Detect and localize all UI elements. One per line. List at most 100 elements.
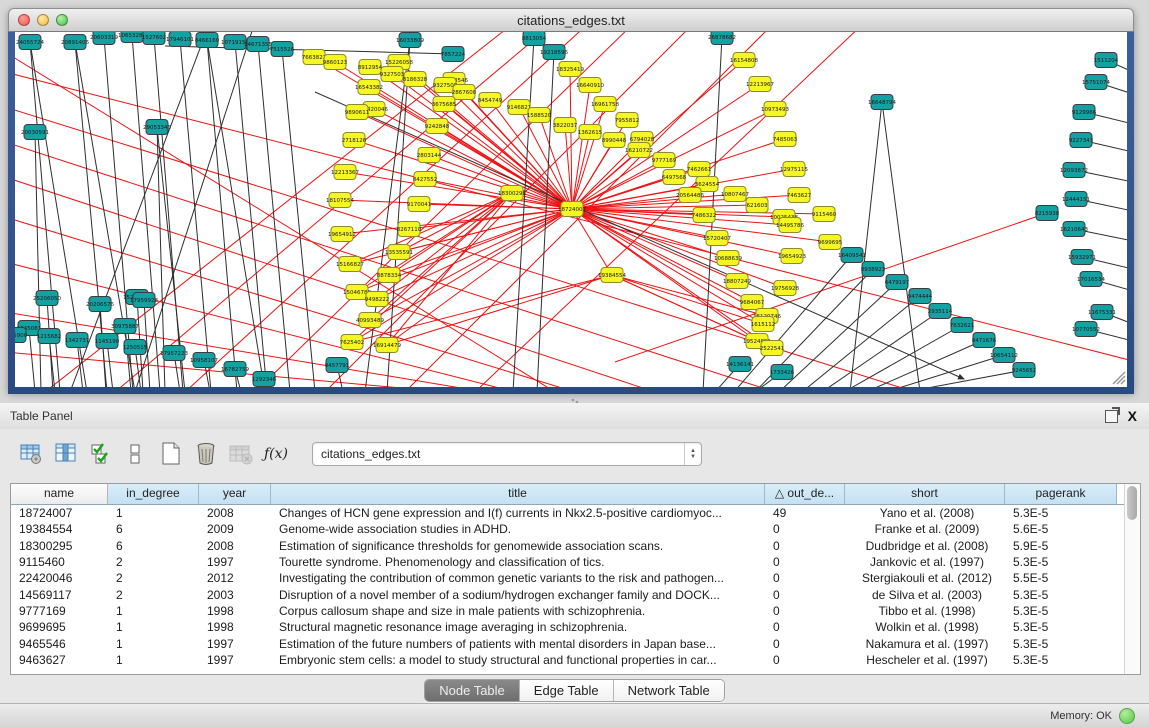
graph-node[interactable]: 20564486 — [676, 188, 704, 203]
graph-node[interactable]: 25206050 — [33, 291, 61, 306]
graph-node[interactable]: 7632621 — [950, 318, 975, 333]
graph-node[interactable]: 19218596 — [540, 45, 568, 60]
graph-node[interactable]: 14136141 — [726, 357, 754, 372]
table-row[interactable]: 2242004622012Investigating the contribut… — [11, 570, 1124, 586]
graph-edge[interactable] — [207, 40, 265, 387]
graph-node[interactable]: 20206576 — [86, 297, 114, 312]
graph-node[interactable]: 2935114 — [928, 304, 953, 319]
table-scrollbar-thumb[interactable] — [1127, 486, 1137, 520]
graph-node[interactable]: 9684067 — [740, 295, 765, 310]
graph-node[interactable]: 9498222 — [365, 292, 390, 307]
graph-edge[interactable] — [779, 282, 897, 387]
graph-edge[interactable] — [537, 52, 554, 387]
graph-node[interactable]: 2522541 — [760, 341, 785, 356]
graph-node[interactable]: 40993489 — [356, 313, 384, 328]
table-row[interactable]: 1872400712008Changes of HCN gene express… — [11, 505, 1124, 521]
graph-node[interactable]: 9115460 — [812, 207, 837, 222]
graph-node[interactable]: 10654112 — [990, 348, 1018, 363]
graph-node[interactable]: 19384554 — [598, 268, 626, 283]
graph-edge[interactable] — [387, 40, 410, 387]
graph-node[interactable]: 7486322 — [692, 208, 717, 223]
graph-node[interactable]: 16210643 — [1060, 222, 1088, 237]
graph-node[interactable]: 8186328 — [403, 72, 428, 87]
graph-node[interactable]: 9245652 — [1012, 363, 1037, 378]
graph-node[interactable]: 9327503 — [380, 67, 405, 82]
delete-table-icon[interactable] — [228, 441, 254, 467]
graph-node[interactable]: 8454749 — [478, 93, 503, 108]
table-row[interactable]: 946362711997Embryonic stem cells: a mode… — [11, 652, 1124, 668]
graph-node[interactable]: 7515526 — [270, 42, 295, 57]
graph-node[interactable]: 8215938 — [1035, 206, 1060, 221]
graph-edge[interactable] — [29, 328, 35, 387]
graph-edge[interactable] — [357, 112, 572, 209]
table-row[interactable]: 1830029562008Estimation of significance … — [11, 538, 1124, 554]
function-builder-icon[interactable]: ƒ(x) — [263, 441, 289, 467]
graph-node[interactable]: 9777169 — [652, 153, 677, 168]
graph-node[interactable]: 1615112 — [751, 317, 776, 332]
delete-column-icon[interactable] — [193, 441, 219, 467]
graph-node[interactable]: 9699695 — [818, 235, 843, 250]
graph-node[interactable]: 26878682 — [708, 32, 736, 45]
graph-node[interactable]: 15751074 — [1082, 75, 1110, 90]
graph-edge[interactable] — [258, 44, 290, 387]
graph-node[interactable]: 7955812 — [615, 113, 640, 128]
graph-node[interactable]: 6479197 — [885, 275, 910, 290]
graph-edge[interactable] — [115, 32, 555, 387]
show-column-icon[interactable] — [53, 441, 79, 467]
graph-node[interactable]: 3915900 — [15, 328, 28, 343]
graph-node[interactable]: 8267110 — [397, 222, 422, 237]
graph-node[interactable]: 8813054 — [522, 32, 547, 46]
graph-edge[interactable] — [387, 275, 612, 345]
graph-edge[interactable] — [822, 311, 940, 387]
graph-node[interactable]: 8427552 — [413, 172, 438, 187]
column-header-1[interactable]: in_degree — [108, 484, 199, 504]
graph-node[interactable]: 1733426 — [770, 365, 795, 380]
graph-edge[interactable] — [882, 102, 920, 387]
graph-node[interactable]: 7485063 — [773, 132, 798, 147]
graph-node[interactable]: 7462661 — [687, 162, 712, 177]
graph-node[interactable]: 18724007 — [558, 202, 586, 217]
graph-node[interactable]: 15166827 — [336, 257, 364, 272]
graph-node[interactable]: 19654923 — [778, 249, 806, 264]
graph-node[interactable]: 12213967 — [746, 77, 774, 92]
table-row[interactable]: 977716911998Corpus callosum shape and si… — [11, 603, 1124, 619]
graph-node[interactable]: 18107554 — [326, 193, 354, 208]
graph-node[interactable]: 9170041 — [407, 197, 432, 212]
graph-node[interactable]: 17946101 — [166, 32, 194, 47]
graph-node[interactable]: 16782759 — [221, 362, 249, 377]
tab-edge-table[interactable]: Edge Table — [520, 680, 614, 701]
graph-node[interactable]: 16640910 — [576, 78, 604, 93]
graph-node[interactable]: 1250515 — [123, 340, 148, 355]
graph-node[interactable]: 10688639 — [714, 251, 742, 266]
graph-node[interactable]: 2718126 — [342, 133, 367, 148]
graph-node[interactable]: 14671355 — [244, 37, 272, 52]
graph-node[interactable]: 9474444 — [908, 289, 933, 304]
graph-node[interactable]: 10807467 — [721, 187, 749, 202]
new-column-icon[interactable] — [158, 441, 184, 467]
graph-node[interactable]: 8878334 — [377, 268, 402, 283]
graph-node[interactable]: 2803144 — [417, 148, 442, 163]
close-panel-icon[interactable]: X — [1128, 409, 1137, 423]
graph-node[interactable]: 9860123 — [323, 55, 348, 70]
graph-node[interactable]: 7625402 — [340, 335, 365, 350]
table-scrollbar[interactable] — [1124, 484, 1140, 674]
graph-node[interactable]: 16543382 — [355, 80, 383, 95]
graph-node[interactable]: 19756928 — [771, 281, 799, 296]
minimize-window-button[interactable] — [37, 14, 49, 26]
graph-node[interactable]: 18325419 — [556, 62, 584, 77]
close-window-button[interactable] — [18, 14, 30, 26]
graph-node[interactable]: 16409541 — [838, 248, 866, 263]
table-row[interactable]: 1938455462009Genome-wide association stu… — [11, 521, 1124, 537]
graph-node[interactable]: 12213367 — [331, 165, 359, 180]
graph-node[interactable]: 1145190 — [95, 334, 120, 349]
graph-node[interactable]: 18300295 — [498, 186, 526, 201]
zoom-window-button[interactable] — [56, 14, 68, 26]
column-header-2[interactable]: year — [199, 484, 271, 504]
graph-node[interactable]: 19654912 — [328, 227, 356, 242]
graph-edge[interactable] — [354, 140, 572, 209]
table-row[interactable]: 969969511998Structural magnetic resonanc… — [11, 619, 1124, 635]
graph-node[interactable]: 29053346 — [143, 120, 171, 135]
graph-node[interactable]: 30975887 — [111, 319, 139, 334]
table-select-dropdown[interactable]: citations_edges.txt ▲▼ — [312, 442, 702, 466]
graph-node[interactable]: 2867608 — [452, 85, 477, 100]
